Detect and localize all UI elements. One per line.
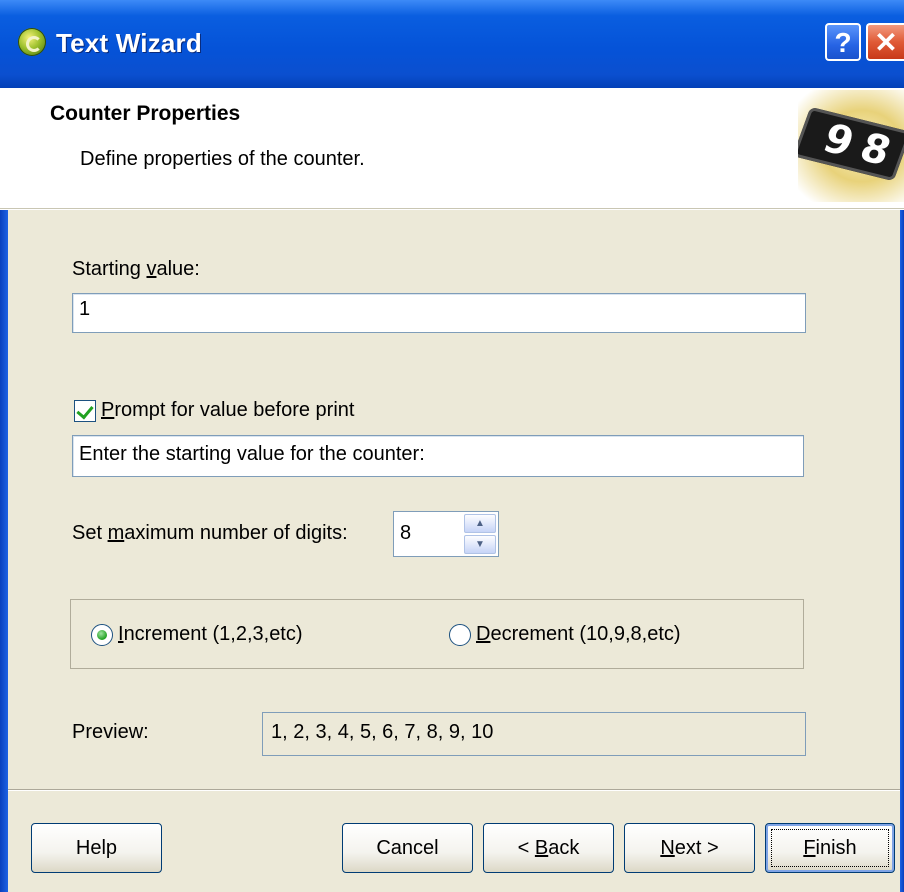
max-digits-label: Set maximum number of digits: bbox=[72, 522, 348, 544]
increment-radio[interactable] bbox=[91, 624, 113, 646]
title-bar[interactable]: Text Wizard ? ✕ bbox=[0, 0, 904, 88]
close-icon: ✕ bbox=[874, 27, 898, 58]
prompt-text-input[interactable]: Enter the starting value for the counter… bbox=[72, 435, 804, 477]
preview-label: Preview: bbox=[72, 721, 149, 743]
radio-selected-icon bbox=[97, 630, 107, 640]
cancel-button[interactable]: Cancel bbox=[342, 823, 473, 873]
prompt-checkbox[interactable] bbox=[74, 400, 96, 422]
preview-field: 1, 2, 3, 4, 5, 6, 7, 8, 9, 10 bbox=[262, 712, 806, 756]
decrement-radio[interactable] bbox=[449, 624, 471, 646]
button-divider bbox=[8, 789, 900, 791]
spin-up-icon[interactable]: ▲ bbox=[464, 514, 496, 533]
page-subtitle: Define properties of the counter. bbox=[80, 148, 365, 170]
starting-value-input[interactable]: 1 bbox=[72, 293, 806, 333]
help-title-button[interactable]: ? bbox=[825, 23, 861, 61]
help-icon: ? bbox=[834, 27, 852, 58]
counter-graphic: 98 bbox=[798, 90, 904, 202]
decrement-label[interactable]: Decrement (10,9,8,etc) bbox=[476, 623, 681, 646]
app-icon bbox=[18, 28, 46, 56]
next-button[interactable]: Next > bbox=[624, 823, 755, 873]
spinner-buttons: ▲ ▼ bbox=[464, 514, 496, 554]
wizard-header: Counter Properties Define properties of … bbox=[0, 88, 904, 209]
counter-graphic-digits: 98 bbox=[798, 106, 904, 182]
checkmark-icon bbox=[76, 401, 94, 420]
spin-down-icon[interactable]: ▼ bbox=[464, 535, 496, 554]
max-digits-spinner[interactable]: 8 ▲ ▼ bbox=[393, 511, 499, 557]
close-button[interactable]: ✕ bbox=[866, 23, 904, 61]
back-button[interactable]: < Back bbox=[483, 823, 614, 873]
finish-button[interactable]: Finish bbox=[765, 823, 895, 873]
help-button[interactable]: Help bbox=[31, 823, 162, 873]
window-title: Text Wizard bbox=[56, 28, 202, 58]
starting-value-label: Starting value: bbox=[72, 258, 200, 280]
increment-label[interactable]: Increment (1,2,3,etc) bbox=[118, 623, 303, 646]
prompt-checkbox-label[interactable]: Prompt for value before print bbox=[101, 399, 354, 422]
max-digits-value[interactable]: 8 bbox=[400, 522, 411, 545]
focus-rect bbox=[771, 829, 889, 867]
page-title: Counter Properties bbox=[50, 102, 241, 125]
text-wizard-window: Text Wizard ? ✕ Counter Properties Defin… bbox=[0, 0, 904, 892]
